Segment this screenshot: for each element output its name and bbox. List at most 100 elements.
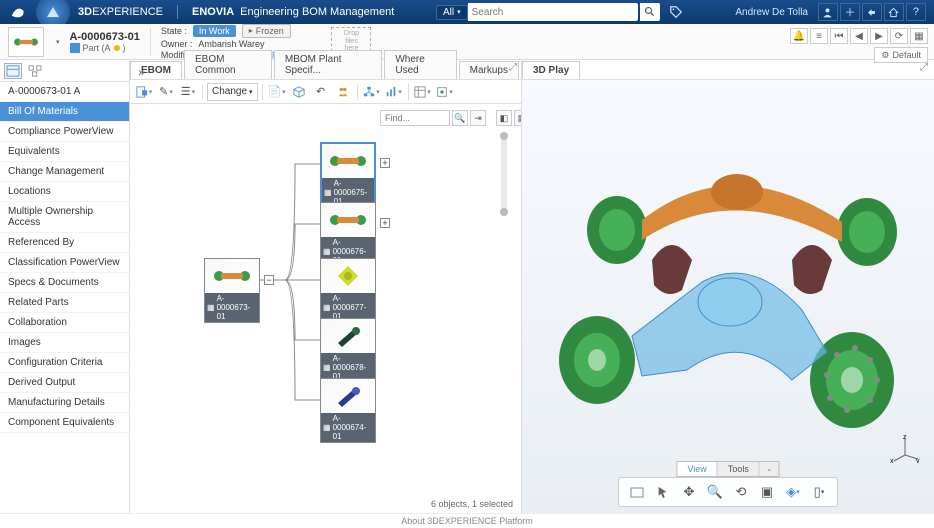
vp-pan-icon[interactable]: ✥ (679, 482, 699, 502)
home-icon[interactable] (884, 3, 904, 21)
sidebar-item[interactable]: Bill Of Materials (0, 102, 129, 122)
item-title: A-0000673-01 (70, 31, 140, 43)
search-icon[interactable] (640, 3, 660, 21)
graph-node[interactable]: ▦A-0000674-01 (320, 378, 376, 443)
search-input[interactable] (468, 3, 638, 21)
nav-first-icon[interactable]: ⏮ (830, 28, 848, 44)
vp-fit-icon[interactable]: ▣ (757, 482, 777, 502)
table-dropdown[interactable] (413, 83, 433, 101)
vp-view-icon[interactable] (627, 482, 647, 502)
graph-node-root[interactable]: ▦A-0000673-01 (204, 258, 260, 323)
expand-icon[interactable]: + (380, 158, 390, 168)
tab[interactable]: MBOM Plant Specif... (274, 50, 382, 79)
graph-node[interactable]: ▦A-0000675-01 (320, 142, 376, 209)
tab-tools[interactable]: Tools (718, 462, 760, 476)
change-dropdown[interactable]: Change▾ (207, 83, 258, 101)
edit-dropdown[interactable]: ✎ (156, 83, 176, 101)
vp-pointer-icon[interactable] (653, 482, 673, 502)
share-icon[interactable] (862, 3, 882, 21)
sidebar-item[interactable]: Collaboration (0, 313, 129, 333)
details-view-icon[interactable] (4, 63, 22, 79)
global-search: All▾ (436, 3, 686, 21)
vp-rotate-icon[interactable]: ⟲ (731, 482, 751, 502)
cube-icon[interactable] (289, 83, 309, 101)
item-subtitle: Part (A ) (70, 43, 140, 53)
graph-node[interactable]: ▦A-0000678-01 (320, 318, 376, 383)
sidebar-item[interactable]: A-0000673-01 A (0, 82, 129, 102)
sidebar-item[interactable]: Configuration Criteria (0, 353, 129, 373)
user-icon[interactable] (818, 3, 838, 21)
sidebar-item[interactable]: Images (0, 333, 129, 353)
app-header: 3DEXPERIENCE ENOVIA Engineering BOM Mana… (0, 0, 934, 24)
document-icon: ▦ (323, 247, 331, 256)
sidebar-item[interactable]: Related Parts (0, 293, 129, 313)
item-header-bar: ▾ A-0000673-01 Part (A ) State : In Work… (0, 24, 934, 60)
item-thumbnail[interactable] (8, 27, 44, 57)
tab[interactable]: EBOM Common (184, 50, 272, 79)
document-icon (70, 43, 80, 53)
layout-icon[interactable]: ▦ (910, 28, 928, 44)
sidebar-item[interactable]: Derived Output (0, 373, 129, 393)
new-dropdown[interactable] (134, 83, 154, 101)
tree-view-icon[interactable] (26, 63, 44, 79)
vp-zoom-icon[interactable]: 🔍 (705, 482, 725, 502)
vp-layers-dropdown[interactable]: ▯▾ (809, 482, 829, 502)
current-user[interactable]: Andrew De Tolla (735, 7, 808, 18)
nav-prev-icon[interactable]: ◀ (850, 28, 868, 44)
right-panel: 3D Play ⤢ (522, 60, 934, 513)
gear-icon: ⚙ (881, 50, 889, 61)
state-badge[interactable]: In Work (193, 25, 236, 37)
tab-3dplay[interactable]: 3D Play (522, 61, 580, 79)
chart-dropdown[interactable] (384, 83, 404, 101)
sidebar-item[interactable]: Change Management (0, 162, 129, 182)
sidebar-item[interactable]: Classification PowerView (0, 253, 129, 273)
graph-status: 6 objects, 1 selected (431, 499, 513, 509)
vp-display-dropdown[interactable]: ◈▾ (783, 482, 803, 502)
chevron-down-icon[interactable]: ▾ (56, 38, 60, 46)
add-icon[interactable]: ＋ (840, 3, 860, 21)
people-icon[interactable] (333, 83, 353, 101)
center-tabs: EBOMEBOM CommonMBOM Plant Specif...Where… (130, 60, 521, 80)
structure-dropdown[interactable] (362, 83, 382, 101)
chevron-down-icon[interactable]: ⌄ (760, 462, 779, 476)
document-icon: ▦ (207, 303, 215, 312)
sidebar-item[interactable]: Referenced By (0, 233, 129, 253)
export-dropdown[interactable] (435, 83, 455, 101)
left-toolbar (0, 60, 129, 82)
center-panel: EBOMEBOM CommonMBOM Plant Specif...Where… (130, 60, 522, 513)
help-icon[interactable]: ? (906, 3, 926, 21)
refresh-icon[interactable]: ⟳ (890, 28, 908, 44)
collapse-icon[interactable]: − (264, 275, 274, 285)
sidebar-item[interactable]: Manufacturing Details (0, 393, 129, 413)
axis-gizmo-icon[interactable]: z y x (890, 433, 920, 463)
svg-text:y: y (916, 458, 920, 463)
viewport-3d[interactable]: View Tools ⌄ ✥ 🔍 ⟲ ▣ ◈▾ ▯▾ z y x (522, 80, 934, 513)
graph-node[interactable]: ▦A-0000677-01 (320, 258, 376, 323)
tag-icon[interactable] (666, 3, 686, 21)
list-icon[interactable]: ≡ (810, 28, 828, 44)
expand-icon[interactable]: + (380, 218, 390, 228)
sidebar-item[interactable]: Specs & Documents (0, 273, 129, 293)
sidebar-item[interactable]: Compliance PowerView (0, 122, 129, 142)
sidebar-item[interactable]: Locations (0, 182, 129, 202)
tab-view[interactable]: View (677, 462, 717, 476)
bom-graph[interactable]: 🔍 ⇥ ◧ ▦ ▤ ▦A-000067 (130, 104, 521, 513)
svg-text:x: x (890, 458, 894, 463)
tabs-more-icon[interactable]: » (134, 65, 149, 79)
center-toolbar: ✎ ☰ Change▾ 📄 ↶ (130, 80, 521, 104)
nav-next-icon[interactable]: ▶ (870, 28, 888, 44)
footer[interactable]: About 3DEXPERIENCE Platform (0, 513, 934, 527)
expand-icon[interactable]: ⤢ (509, 62, 517, 73)
document-icon: ▦ (323, 303, 331, 312)
search-scope-dropdown[interactable]: All▾ (436, 5, 468, 20)
sidebar-item[interactable]: Component Equivalents (0, 413, 129, 433)
undo-icon[interactable]: ↶ (311, 83, 331, 101)
notify-icon[interactable]: 🔔 (790, 28, 808, 44)
reports-dropdown[interactable]: 📄 (267, 83, 287, 101)
insert-dropdown[interactable]: ☰ (178, 83, 198, 101)
frozen-badge[interactable]: ▸Frozen (242, 24, 291, 38)
tab[interactable]: Where Used (384, 50, 456, 79)
sidebar-item[interactable]: Multiple Ownership Access (0, 202, 129, 233)
expand-icon[interactable]: ⤢ (920, 62, 928, 73)
sidebar-item[interactable]: Equivalents (0, 142, 129, 162)
